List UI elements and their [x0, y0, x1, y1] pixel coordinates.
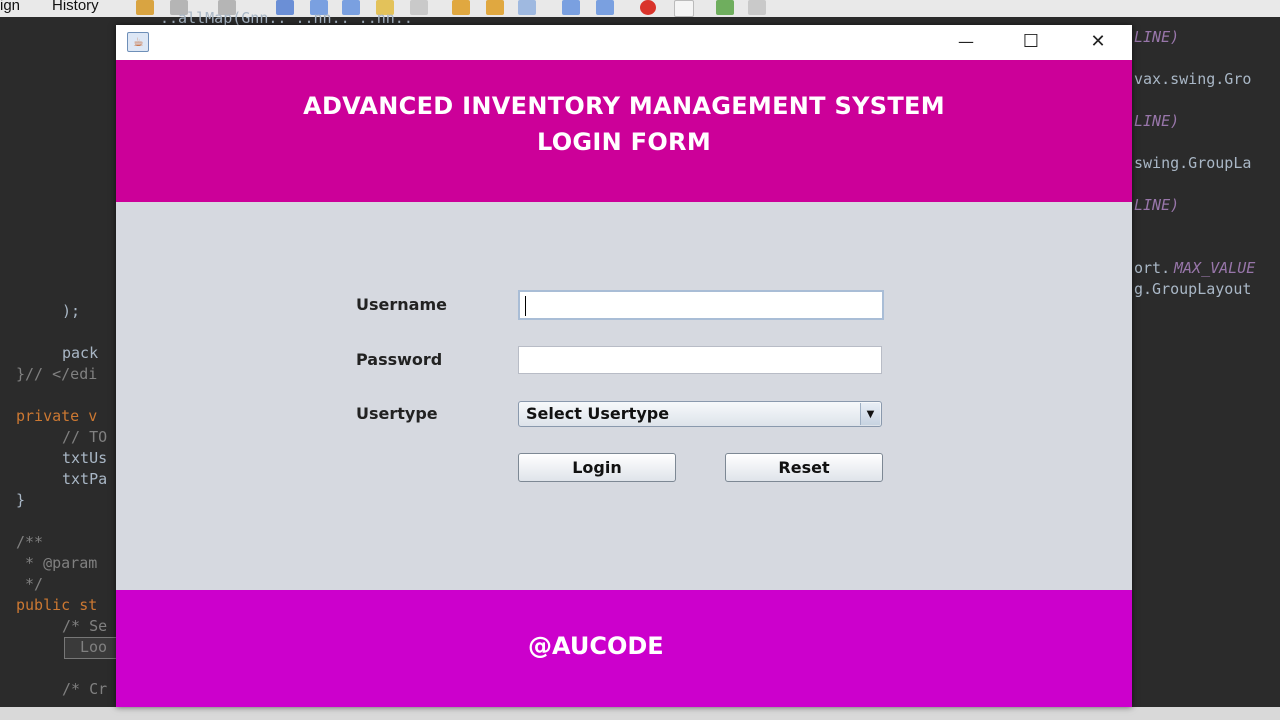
- code-line: ort.: [1134, 259, 1171, 277]
- code-line: swing.GroupLa: [1134, 154, 1252, 172]
- usertype-select[interactable]: Select Usertype ▼: [518, 401, 882, 427]
- code-line: public st: [16, 596, 98, 614]
- code-line: LINE): [1134, 196, 1180, 214]
- code-line: g.GroupLayout: [1134, 280, 1252, 298]
- login-button[interactable]: Login: [518, 453, 676, 482]
- java-coffee-icon: ☕: [127, 32, 149, 52]
- header-banner: ADVANCED INVENTORY MANAGEMENT SYSTEM LOG…: [116, 60, 1132, 202]
- code-line: }// </edi: [16, 365, 98, 383]
- footer-banner: @AUCODE: [116, 590, 1132, 707]
- code-line: /**: [16, 533, 44, 551]
- code-line: MAX_VALUE: [1174, 259, 1256, 277]
- toolbar-up-icon[interactable]: [452, 0, 470, 15]
- page-title: ADVANCED INVENTORY MANAGEMENT SYSTEM: [303, 92, 945, 120]
- code-line: Loo: [80, 638, 108, 656]
- code-line: vax.swing.Gro: [1134, 70, 1252, 88]
- code-line: LINE): [1134, 112, 1180, 130]
- code-line: );: [62, 302, 81, 320]
- ide-menu-design[interactable]: ign: [0, 0, 20, 14]
- password-label: Password: [356, 350, 443, 369]
- code-line: * @param: [16, 554, 98, 572]
- footer-brand: @AUCODE: [528, 632, 664, 660]
- code-line: LINE): [1134, 28, 1180, 46]
- window-titlebar[interactable]: ☕ — ☐ ✕: [116, 25, 1132, 60]
- maximize-button[interactable]: ☐: [1001, 25, 1061, 58]
- ide-status-bar: [0, 707, 1280, 720]
- username-input[interactable]: [518, 290, 884, 320]
- login-window: ☕ — ☐ ✕ ADVANCED INVENTORY MANAGEMENT SY…: [116, 25, 1132, 707]
- code-line: private v: [16, 407, 98, 425]
- code-line: txtPa: [62, 470, 108, 488]
- toolbar-down-icon[interactable]: [486, 0, 504, 15]
- code-line: /* Se: [62, 617, 108, 635]
- toolbar-merge-icon[interactable]: [518, 0, 536, 15]
- usertype-selected: Select Usertype: [526, 404, 670, 423]
- code-line: /* Cr: [62, 680, 108, 698]
- minimize-button[interactable]: —: [936, 25, 996, 58]
- code-line: pack: [62, 344, 99, 362]
- password-input[interactable]: [518, 346, 882, 374]
- toolbar-shift-right-icon[interactable]: [596, 0, 614, 15]
- usertype-label: Usertype: [356, 404, 438, 423]
- ide-menu-history[interactable]: History: [52, 0, 99, 14]
- login-form: Username Password Usertype Select Userty…: [116, 202, 1132, 590]
- toolbar-shift-left-icon[interactable]: [562, 0, 580, 15]
- toolbar-lines-icon[interactable]: [748, 0, 766, 15]
- chevron-down-icon[interactable]: ▼: [860, 403, 880, 425]
- reset-button[interactable]: Reset: [725, 453, 883, 482]
- code-line: // TO: [62, 428, 108, 446]
- toolbar-chart-icon[interactable]: [716, 0, 734, 15]
- toolbar-back-icon[interactable]: [136, 0, 154, 15]
- username-label: Username: [356, 295, 447, 314]
- close-button[interactable]: ✕: [1068, 25, 1128, 58]
- text-caret: [525, 296, 526, 316]
- code-line: }: [16, 491, 26, 509]
- toolbar-record-icon[interactable]: [640, 0, 656, 15]
- toolbar-stop-icon[interactable]: [674, 0, 694, 17]
- code-line: */: [16, 575, 44, 593]
- code-line: txtUs: [62, 449, 108, 467]
- page-subtitle: LOGIN FORM: [536, 128, 712, 156]
